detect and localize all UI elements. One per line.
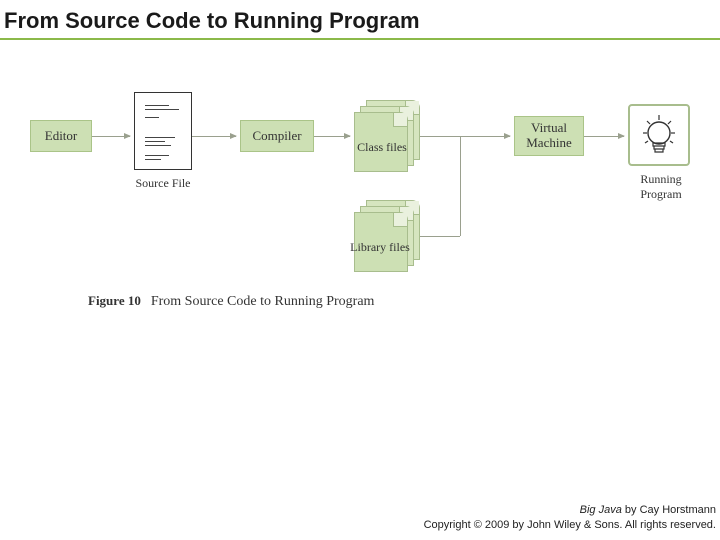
arrow-compiler-classfiles	[314, 136, 350, 137]
node-running-program	[628, 104, 690, 166]
footer-byline: by Cay Horstmann	[622, 504, 716, 516]
arrow-vm-running	[584, 136, 624, 137]
node-virtual-machine: Virtual Machine	[514, 116, 584, 156]
footer-book: Big Java	[580, 504, 622, 516]
connector-class-vm-h1	[420, 136, 460, 137]
figure-number: Figure 10	[88, 293, 141, 308]
figure-caption: Figure 10 From Source Code to Running Pr…	[88, 292, 374, 310]
lightbulb-icon	[635, 111, 683, 159]
arrow-source-compiler	[192, 136, 236, 137]
label-class-files: Class files	[350, 140, 414, 155]
label-source-file: Source File	[128, 176, 198, 191]
footer-credit: Big Java by Cay Horstmann Copyright © 20…	[424, 503, 716, 532]
connector-merge-v	[460, 136, 461, 236]
arrow-merge-vm	[460, 136, 510, 137]
diagram-area: Editor Source File Compiler Class files …	[0, 40, 720, 280]
connector-lib-h	[420, 236, 460, 237]
slide-title: From Source Code to Running Program	[0, 0, 720, 38]
node-compiler: Compiler	[240, 120, 314, 152]
node-editor: Editor	[30, 120, 92, 152]
figure-text: From Source Code to Running Program	[151, 294, 375, 309]
arrow-editor-source	[92, 136, 130, 137]
label-library-files: Library files	[348, 240, 412, 255]
node-source-file	[134, 92, 192, 170]
footer-copyright: Copyright © 2009 by John Wiley & Sons. A…	[424, 518, 716, 532]
label-running-program: Running Program	[622, 172, 700, 202]
